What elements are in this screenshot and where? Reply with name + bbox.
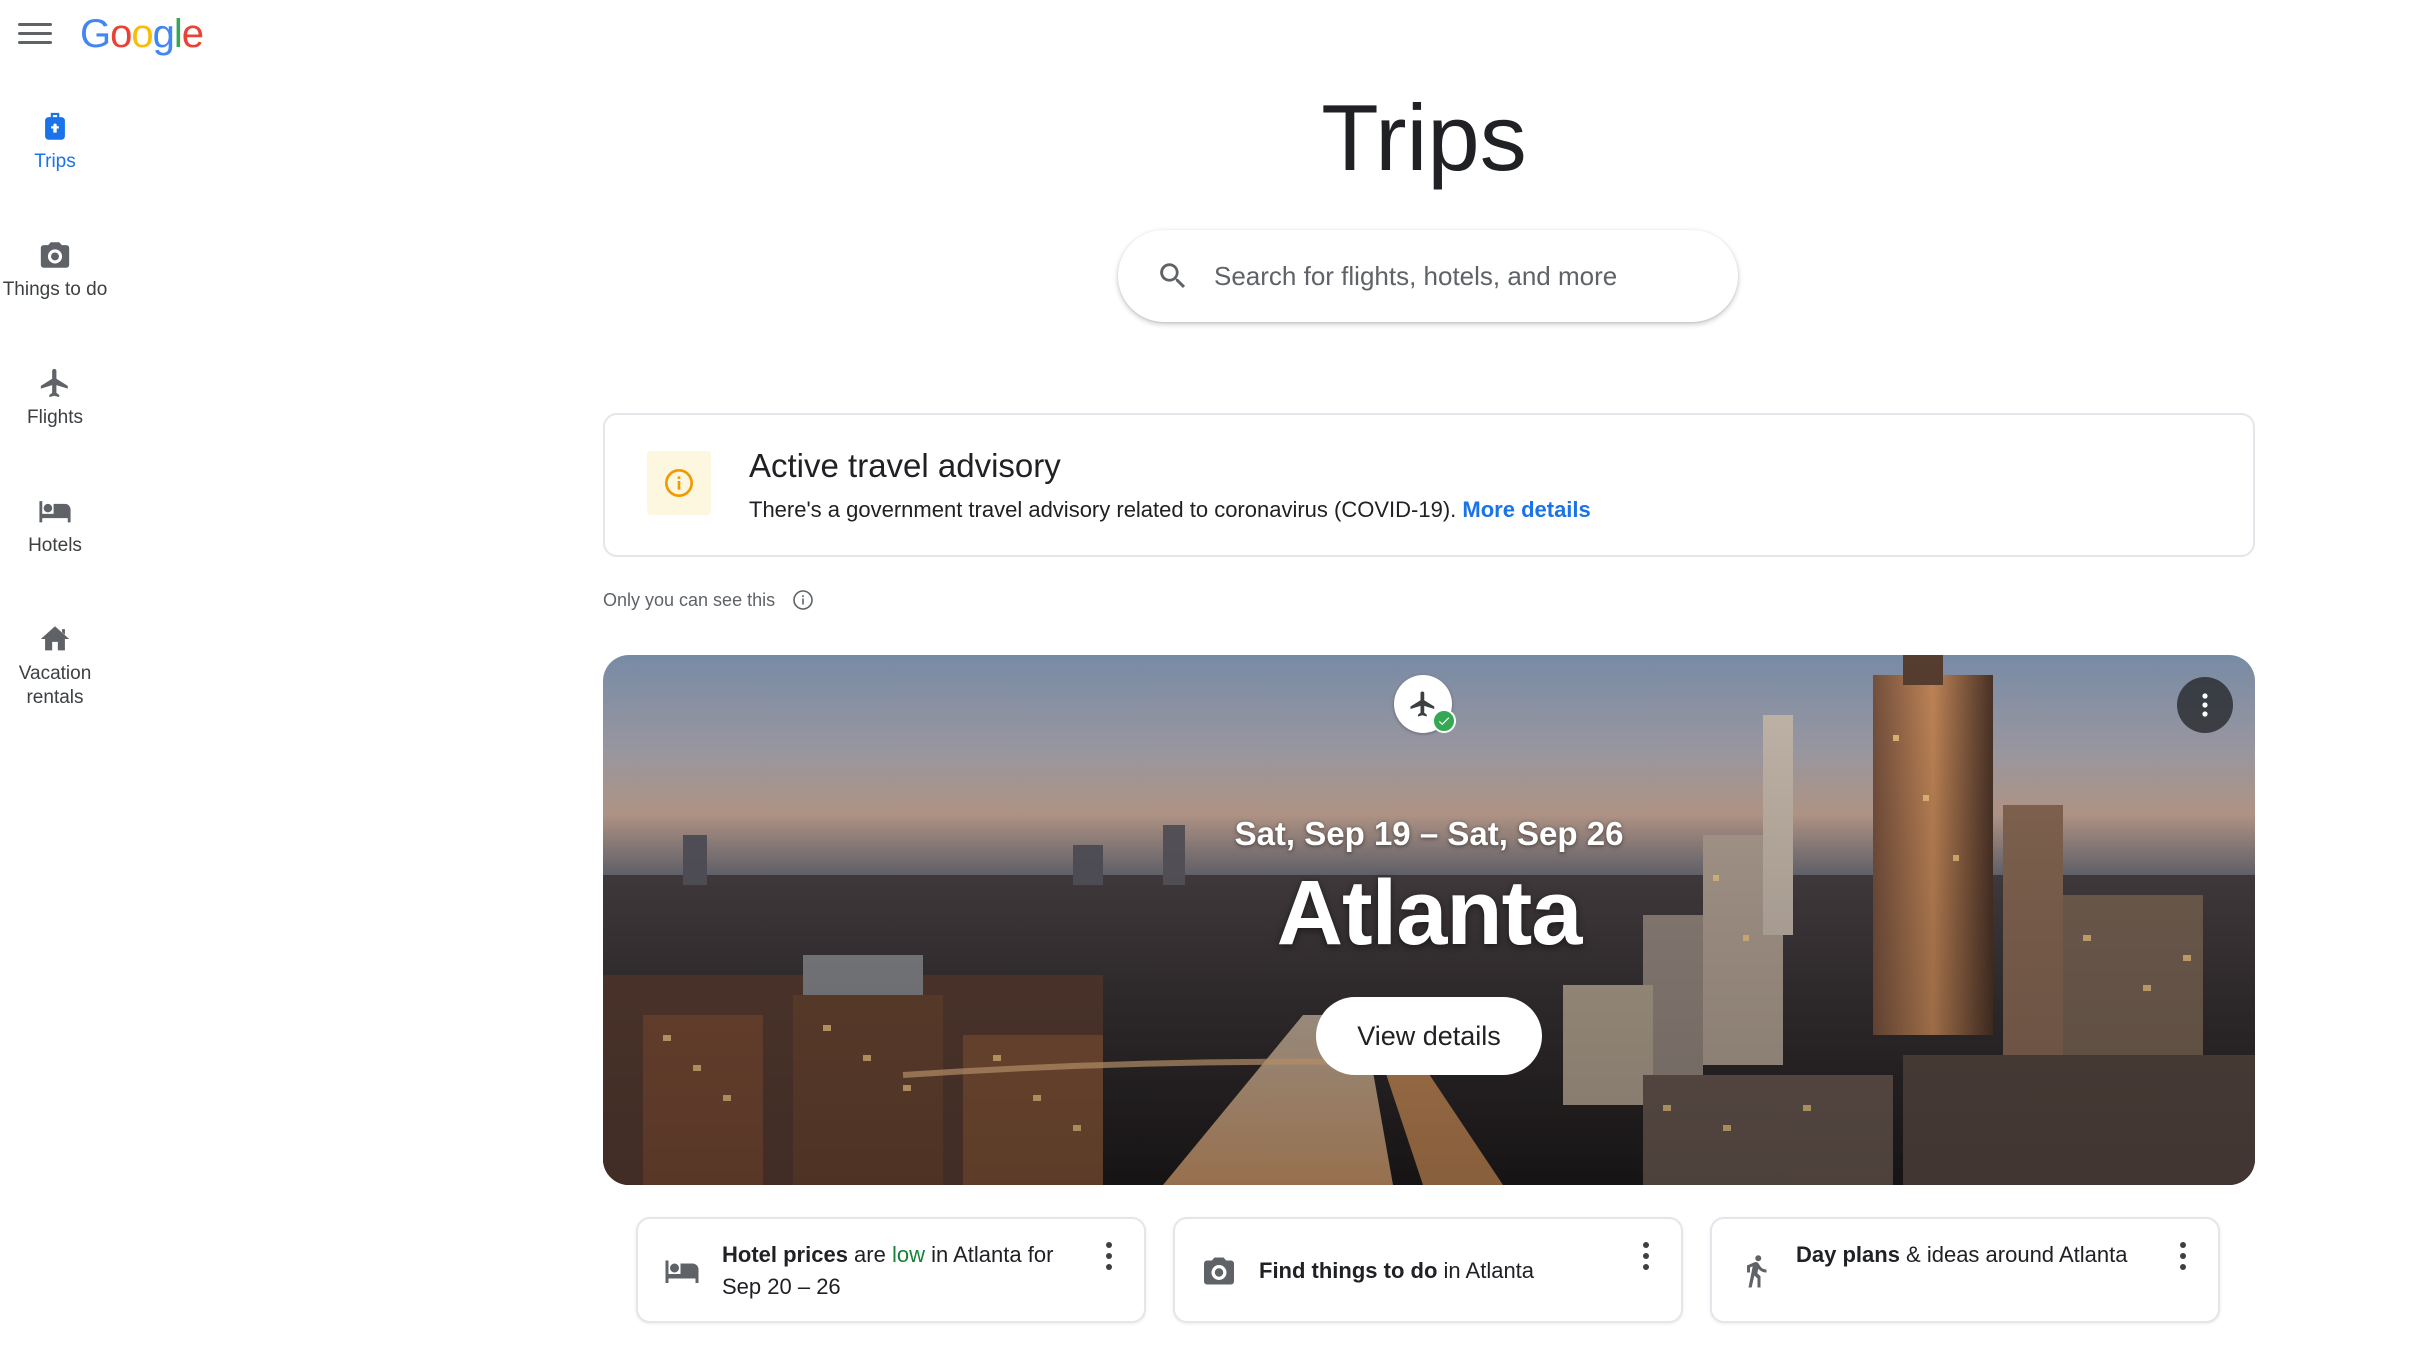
menu-icon-line [18, 23, 52, 26]
check-icon [1438, 717, 1450, 726]
house-icon [40, 626, 70, 651]
logo-letter: G [80, 12, 111, 56]
card-text-bold: Find things to do [1259, 1258, 1438, 1283]
privacy-note: Only you can see this [603, 588, 815, 612]
search-box[interactable] [1118, 230, 1738, 322]
sidebar-item-label: Hotels [28, 535, 82, 556]
more-vert-icon[interactable] [1104, 1241, 1114, 1271]
card-text-plain: in Atlanta [1437, 1258, 1535, 1283]
search-icon [1160, 263, 1186, 289]
sidebar-item-things-to-do[interactable]: Things to do [0, 238, 110, 302]
sidebar-item-label: Things to do [2, 279, 108, 300]
card-text-bold: Hotel prices [722, 1242, 848, 1267]
sidebar-item-label: Vacation rentals [18, 663, 92, 708]
logo-letter: l [173, 12, 183, 56]
info-icon [665, 469, 693, 497]
card-text-bold: Day plans [1796, 1242, 1900, 1267]
card-text-plain: are [847, 1242, 892, 1267]
card-text-highlight: low [891, 1242, 925, 1267]
travel-advisory-banner: Active travel advisory There's a governm… [603, 413, 2255, 557]
google-logo[interactable]: Google [80, 12, 204, 57]
privacy-note-text: Only you can see this [603, 589, 776, 610]
card-text-plain: & ideas around Atlanta [1899, 1242, 2128, 1267]
day-plans-card[interactable]: Day plans & ideas around Atlanta [1710, 1217, 2220, 1323]
sidebar-item-label: Trips [34, 151, 76, 172]
trip-card[interactable]: Sat, Sep 19 – Sat, Sep 26 Atlanta View d… [603, 655, 2255, 1185]
check-badge [1432, 709, 1456, 733]
card-text: Hotel prices are low in Atlanta for Sep … [722, 1239, 1082, 1303]
camera-icon [1204, 1257, 1234, 1285]
more-vert-icon [2202, 693, 2208, 717]
logo-letter: o [110, 12, 132, 56]
card-text: Find things to do in Atlanta [1259, 1255, 1619, 1287]
view-details-button[interactable]: View details [1316, 997, 1542, 1075]
trip-more-options-button[interactable] [2177, 677, 2233, 733]
more-vert-icon[interactable] [2178, 1241, 2188, 1271]
advisory-icon-box [647, 451, 711, 515]
info-icon[interactable] [791, 588, 815, 612]
more-vert-icon[interactable] [1641, 1241, 1651, 1271]
top-bar: Google [0, 0, 2432, 70]
hotel-prices-card[interactable]: Hotel prices are low in Atlanta for Sep … [636, 1217, 1146, 1323]
advisory-text: There's a government travel advisory rel… [749, 497, 1457, 522]
sidebar-item-flights[interactable]: Flights [0, 366, 110, 430]
search-input[interactable] [1214, 260, 1674, 292]
luggage-icon [45, 112, 65, 140]
walking-icon [1747, 1255, 1767, 1288]
sidebar-item-trips[interactable]: Trips [0, 110, 110, 174]
booked-flight-badge [1394, 675, 1456, 733]
advisory-title: Active travel advisory [749, 447, 1061, 484]
card-text: Day plans & ideas around Atlanta [1796, 1239, 2156, 1271]
logo-letter: o [131, 12, 153, 56]
advisory-text-line: There's a government travel advisory rel… [749, 497, 1591, 523]
bed-icon [665, 1260, 699, 1283]
sidebar-item-hotels[interactable]: Hotels [0, 494, 110, 558]
airplane-icon [40, 368, 68, 398]
page-title: Trips [1321, 85, 1527, 190]
bed-icon [39, 501, 71, 523]
logo-letter: e [181, 12, 204, 56]
things-to-do-card[interactable]: Find things to do in Atlanta [1173, 1217, 1683, 1323]
sidebar-item-vacation-rentals[interactable]: Vacation rentals [0, 622, 110, 710]
sidebar-item-label: Flights [27, 407, 83, 428]
logo-letter: g [152, 12, 175, 56]
menu-icon-line [18, 41, 52, 44]
main-menu-button[interactable] [18, 20, 52, 50]
trip-dates: Sat, Sep 19 – Sat, Sep 26 [1234, 815, 1624, 852]
more-details-link[interactable]: More details [1462, 497, 1590, 522]
camera-icon [40, 242, 70, 268]
menu-icon-line [18, 32, 52, 35]
trip-destination: Atlanta [1276, 862, 1583, 964]
